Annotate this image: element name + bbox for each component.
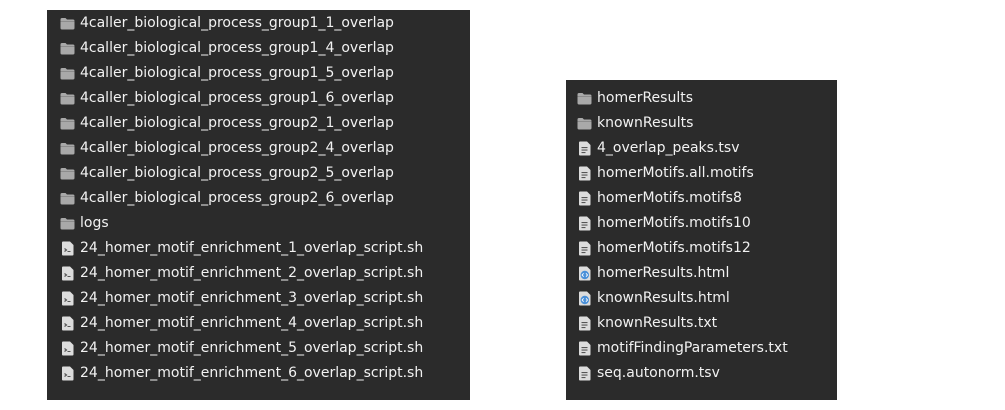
text-file-icon (576, 315, 592, 331)
item-name: motifFindingParameters.txt (597, 340, 788, 356)
folder-icon (59, 140, 75, 156)
folder-icon (59, 115, 75, 131)
item-name: 4_overlap_peaks.tsv (597, 140, 740, 156)
item-name: logs (80, 215, 109, 231)
item-name: knownResults.txt (597, 315, 718, 331)
folder-item[interactable]: 4caller_biological_process_group1_4_over… (47, 35, 470, 61)
text-file-icon (576, 215, 592, 231)
file-item[interactable]: 24_homer_motif_enrichment_2_overlap_scri… (47, 260, 470, 286)
script-file-icon (59, 290, 75, 306)
folder-icon (59, 40, 75, 56)
text-file-icon (576, 340, 592, 356)
file-item[interactable]: knownResults.txt (566, 310, 837, 336)
text-file-icon (576, 240, 592, 256)
folder-item[interactable]: 4caller_biological_process_group2_6_over… (47, 185, 470, 211)
file-item[interactable]: homerMotifs.motifs10 (566, 210, 837, 236)
folder-item[interactable]: 4caller_biological_process_group2_5_over… (47, 160, 470, 186)
file-item[interactable]: motifFindingParameters.txt (566, 335, 837, 361)
folder-icon (576, 115, 592, 131)
folder-item[interactable]: 4caller_biological_process_group1_5_over… (47, 60, 470, 86)
item-name: 4caller_biological_process_group2_5_over… (80, 165, 394, 181)
file-item[interactable]: 4_overlap_peaks.tsv (566, 135, 837, 161)
left-file-listing: 4caller_biological_process_group1_1_over… (47, 10, 470, 400)
item-name: 4caller_biological_process_group2_4_over… (80, 140, 394, 156)
item-name: 24_homer_motif_enrichment_2_overlap_scri… (80, 265, 424, 281)
item-name: seq.autonorm.tsv (597, 365, 720, 381)
item-name: homerMotifs.motifs10 (597, 215, 751, 231)
script-file-icon (59, 315, 75, 331)
folder-item[interactable]: knownResults (566, 110, 837, 136)
item-name: knownResults (597, 115, 694, 131)
item-name: 24_homer_motif_enrichment_4_overlap_scri… (80, 315, 424, 331)
folder-item[interactable]: 4caller_biological_process_group1_1_over… (47, 10, 470, 36)
item-name: 24_homer_motif_enrichment_6_overlap_scri… (80, 365, 424, 381)
item-name: 4caller_biological_process_group1_6_over… (80, 90, 394, 106)
item-name: 24_homer_motif_enrichment_1_overlap_scri… (80, 240, 424, 256)
item-name: 24_homer_motif_enrichment_3_overlap_scri… (80, 290, 424, 306)
folder-icon (59, 165, 75, 181)
file-item[interactable]: 24_homer_motif_enrichment_6_overlap_scri… (47, 360, 470, 386)
item-name: 4caller_biological_process_group1_4_over… (80, 40, 394, 56)
item-name: homerMotifs.motifs12 (597, 240, 751, 256)
html-file-icon (576, 265, 592, 281)
item-name: homerMotifs.motifs8 (597, 190, 742, 206)
file-item[interactable]: 24_homer_motif_enrichment_1_overlap_scri… (47, 235, 470, 261)
folder-item[interactable]: homerResults (566, 85, 837, 111)
folder-icon (59, 215, 75, 231)
folder-icon (59, 90, 75, 106)
item-name: homerMotifs.all.motifs (597, 165, 754, 181)
item-name: 4caller_biological_process_group1_1_over… (80, 15, 394, 31)
folder-item[interactable]: 4caller_biological_process_group2_1_over… (47, 110, 470, 136)
item-name: 4caller_biological_process_group2_6_over… (80, 190, 394, 206)
item-name: 24_homer_motif_enrichment_5_overlap_scri… (80, 340, 424, 356)
file-item[interactable]: knownResults.html (566, 285, 837, 311)
script-file-icon (59, 265, 75, 281)
file-item[interactable]: homerResults.html (566, 260, 837, 286)
item-name: homerResults (597, 90, 693, 106)
script-file-icon (59, 365, 75, 381)
item-name: knownResults.html (597, 290, 730, 306)
file-item[interactable]: homerMotifs.motifs12 (566, 235, 837, 261)
folder-icon (59, 65, 75, 81)
text-file-icon (576, 190, 592, 206)
folder-item[interactable]: 4caller_biological_process_group2_4_over… (47, 135, 470, 161)
item-name: 4caller_biological_process_group2_1_over… (80, 115, 394, 131)
item-name: 4caller_biological_process_group1_5_over… (80, 65, 394, 81)
folder-icon (59, 15, 75, 31)
item-name: homerResults.html (597, 265, 730, 281)
file-item[interactable]: seq.autonorm.tsv (566, 360, 837, 386)
folder-item[interactable]: logs (47, 210, 470, 236)
folder-icon (59, 190, 75, 206)
folder-icon (576, 90, 592, 106)
script-file-icon (59, 240, 75, 256)
text-file-icon (576, 140, 592, 156)
file-item[interactable]: 24_homer_motif_enrichment_4_overlap_scri… (47, 310, 470, 336)
folder-item[interactable]: 4caller_biological_process_group1_6_over… (47, 85, 470, 111)
file-item[interactable]: 24_homer_motif_enrichment_5_overlap_scri… (47, 335, 470, 361)
text-file-icon (576, 365, 592, 381)
text-file-icon (576, 165, 592, 181)
right-file-listing: homerResults knownResults 4_overlap_peaks.… (566, 80, 837, 400)
html-file-icon (576, 290, 592, 306)
script-file-icon (59, 340, 75, 356)
file-item[interactable]: 24_homer_motif_enrichment_3_overlap_scri… (47, 285, 470, 311)
file-item[interactable]: homerMotifs.all.motifs (566, 160, 837, 186)
file-item[interactable]: homerMotifs.motifs8 (566, 185, 837, 211)
